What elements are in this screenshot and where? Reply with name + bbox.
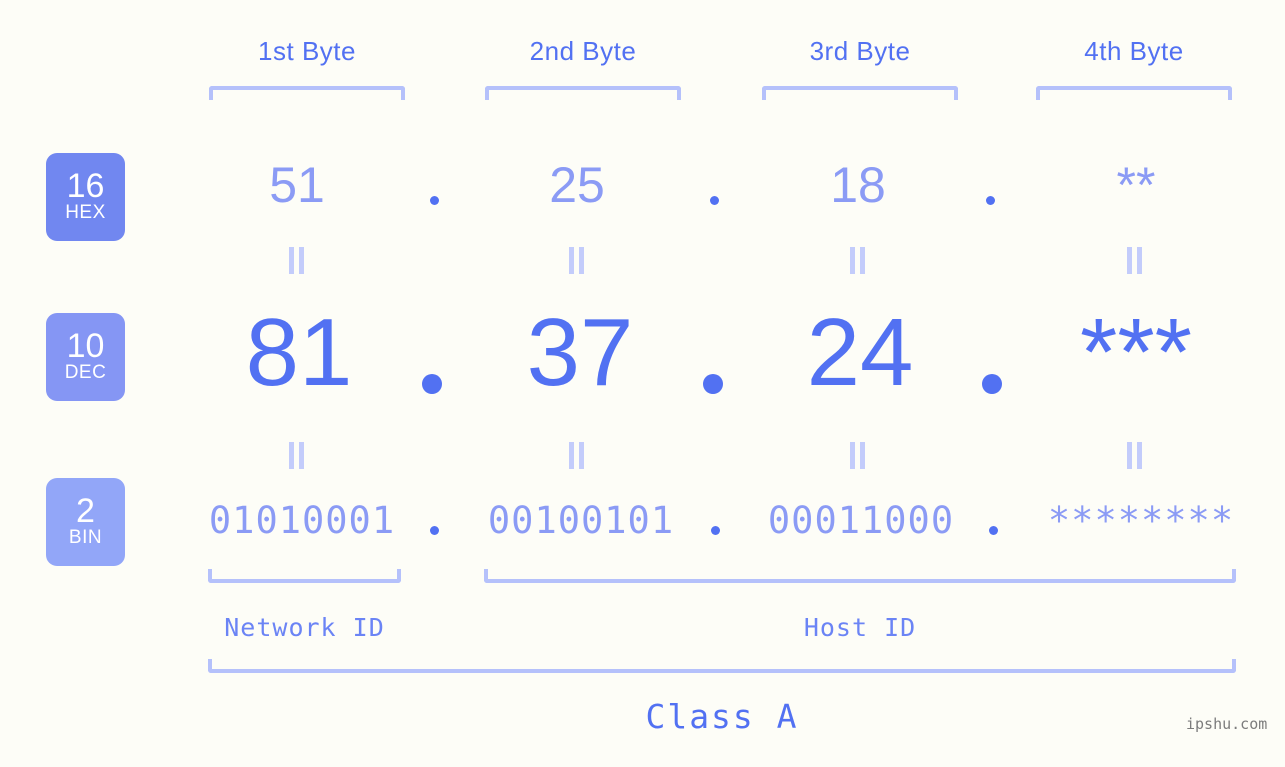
hex-separator-dot-3 (986, 196, 995, 205)
byte-header-3: 3rd Byte (809, 36, 911, 66)
byte-header-4: 4th Byte (1084, 36, 1184, 66)
bin-byte-4-value: ******** (1047, 499, 1235, 542)
base-badge-dec: 10 DEC (46, 313, 125, 401)
network-id-bracket (208, 569, 401, 583)
base-badge-bin: 2 BIN (46, 478, 125, 566)
base-badge-bin-number: 2 (76, 492, 95, 530)
network-id-label: Network ID (224, 613, 385, 642)
equals-mark-hex-dec-1 (289, 247, 304, 274)
hex-byte-4-value: ** (1116, 157, 1156, 213)
dec-separator-dot-3 (982, 374, 1002, 394)
byte-bracket-3 (762, 86, 958, 100)
hex-byte-2-value: 25 (549, 157, 605, 213)
base-badge-bin-name: BIN (68, 527, 103, 548)
dec-byte-2-value: 37 (526, 299, 634, 406)
equals-mark-dec-bin-4 (1127, 442, 1142, 469)
bin-byte-3-value: 00011000 (767, 499, 955, 542)
bin-separator-dot-3 (989, 526, 998, 535)
hex-separator-dot-1 (430, 196, 439, 205)
byte-bracket-2 (485, 86, 681, 100)
equals-mark-dec-bin-1 (289, 442, 304, 469)
base-badge-hex: 16 HEX (46, 153, 125, 241)
byte-bracket-4 (1036, 86, 1232, 100)
bin-byte-1-value: 01010001 (208, 499, 396, 542)
dec-separator-dot-1 (422, 374, 442, 394)
byte-header-2: 2nd Byte (529, 36, 637, 66)
byte-header-1: 1st Byte (258, 36, 356, 66)
dec-byte-3-value: 24 (806, 299, 914, 406)
hex-byte-1-value: 51 (269, 157, 325, 213)
equals-mark-dec-bin-2 (569, 442, 584, 469)
dec-byte-1-value: 81 (245, 299, 353, 406)
hex-separator-dot-2 (710, 196, 719, 205)
bin-separator-dot-1 (430, 526, 439, 535)
base-badge-hex-name: HEX (65, 202, 106, 223)
bin-byte-2-value: 00100101 (487, 499, 675, 542)
bin-separator-dot-2 (711, 526, 720, 535)
ip-address-breakdown-diagram: 1st Byte 2nd Byte 3rd Byte 4th Byte 16 H… (0, 0, 1285, 767)
equals-mark-dec-bin-3 (850, 442, 865, 469)
base-badge-hex-number: 16 (66, 167, 105, 205)
host-id-label: Host ID (803, 613, 917, 642)
equals-mark-hex-dec-3 (850, 247, 865, 274)
host-id-bracket (484, 569, 1236, 583)
class-bracket (208, 659, 1236, 673)
byte-bracket-1 (209, 86, 405, 100)
dec-byte-4-value: *** (1079, 299, 1193, 406)
site-watermark: ipshu.com (1186, 715, 1268, 733)
equals-mark-hex-dec-2 (569, 247, 584, 274)
dec-separator-dot-2 (703, 374, 723, 394)
class-label: Class A (645, 697, 799, 736)
equals-mark-hex-dec-4 (1127, 247, 1142, 274)
hex-byte-3-value: 18 (830, 157, 886, 213)
base-badge-dec-number: 10 (66, 327, 105, 365)
base-badge-dec-name: DEC (64, 362, 107, 383)
